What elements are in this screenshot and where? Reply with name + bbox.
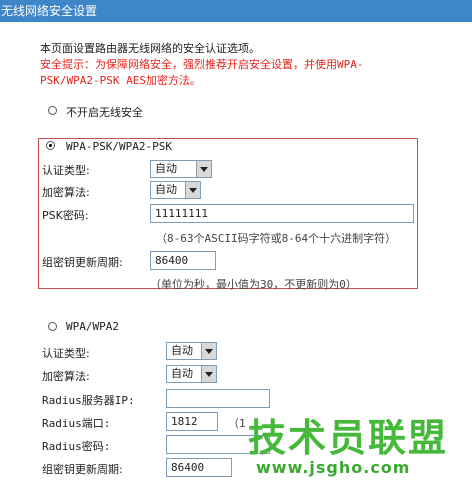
page-title: 无线网络安全设置 (0, 0, 472, 22)
radio-wpa[interactable] (48, 322, 57, 331)
radius-password-label: Radius密码: (42, 440, 111, 453)
radio-wpa-psk[interactable] (46, 141, 55, 150)
watermark-url: www.jsgho.com (256, 458, 411, 477)
psk-password-hint: （8-63个ASCII码字符或8-64个十六进制字符） (156, 232, 397, 245)
radio-no-security-label: 不开启无线安全 (66, 106, 143, 119)
chevron-down-icon (201, 366, 216, 382)
radio-wpa-label: WPA/WPA2 (66, 320, 119, 333)
radius-port-input[interactable]: 1812 (166, 412, 218, 431)
chevron-down-icon (196, 161, 211, 177)
wpa-encryption-label: 加密算法: (42, 370, 90, 383)
psk-auth-type-label: 认证类型: (42, 164, 90, 177)
psk-rekey-label: 组密钥更新周期: (42, 256, 123, 269)
psk-rekey-hint: （单位为秒，最小值为30，不更新则为0） (150, 278, 357, 291)
wpa-auth-type-value: 自动 (171, 344, 193, 357)
psk-auth-type-select[interactable]: 自动 (150, 160, 212, 178)
wpa-rekey-label: 组密钥更新周期: (42, 463, 123, 476)
radio-no-security[interactable] (48, 106, 57, 115)
wpa-auth-type-label: 认证类型: (42, 347, 90, 360)
wpa-encryption-select[interactable]: 自动 (166, 365, 217, 383)
security-tip-line-2: PSK/WPA2-PSK AES加密方法。 (40, 74, 201, 87)
psk-password-input[interactable]: 11111111 (150, 204, 414, 223)
radio-wpa-psk-label: WPA-PSK/WPA2-PSK (66, 140, 172, 153)
psk-encryption-label: 加密算法: (42, 186, 90, 199)
psk-encryption-select[interactable]: 自动 (150, 181, 201, 199)
intro-text: 本页面设置路由器无线网络的安全认证选项。 (40, 42, 260, 55)
wpa-encryption-value: 自动 (171, 367, 193, 380)
security-tip-line-1: 安全提示：为保障网络安全，强烈推荐开启安全设置，并使用WPA- (40, 58, 364, 71)
chevron-down-icon (185, 182, 200, 198)
radius-ip-label: Radius服务器IP: (42, 394, 135, 407)
wpa-auth-type-select[interactable]: 自动 (166, 342, 217, 360)
radius-port-label: Radius端口: (42, 417, 111, 430)
psk-auth-type-value: 自动 (155, 162, 177, 175)
psk-password-label: PSK密码: (42, 209, 89, 222)
wpa-rekey-input[interactable]: 86400 (166, 458, 232, 477)
chevron-down-icon (201, 343, 216, 359)
psk-rekey-input[interactable]: 86400 (150, 251, 216, 270)
watermark-logo: 技术员联盟 www.jsgho.com (238, 405, 470, 481)
watermark-text: 技术员联盟 (248, 416, 449, 460)
psk-encryption-value: 自动 (155, 183, 177, 196)
